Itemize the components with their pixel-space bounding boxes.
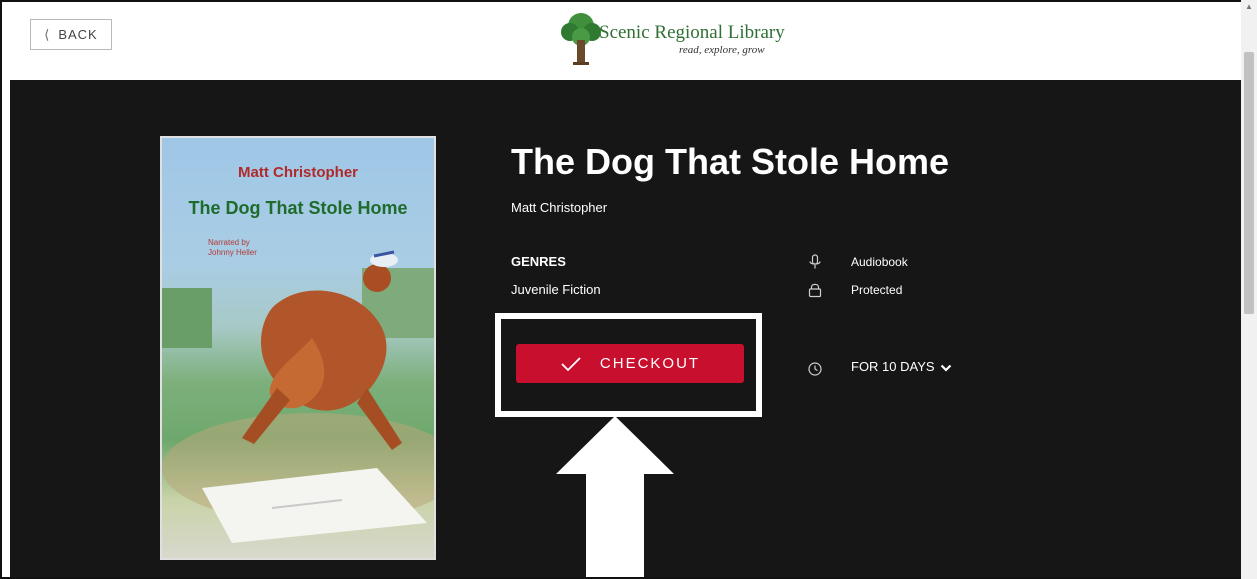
library-name: Scenic Regional Library <box>599 22 785 43</box>
library-tagline: read, explore, grow <box>679 44 765 56</box>
top-bar: ⟨ BACK Scenic Regional Library read, exp… <box>2 2 1243 80</box>
library-logo[interactable]: Scenic Regional Library read, explore, g… <box>561 10 791 68</box>
format-label: Audiobook <box>851 255 908 269</box>
microphone-icon <box>809 254 821 269</box>
checkout-button[interactable]: CHECKOUT <box>516 344 744 383</box>
protection-label: Protected <box>851 283 903 297</box>
scrollbar-thumb[interactable] <box>1244 52 1254 314</box>
tree-logo-icon <box>561 13 601 65</box>
book-cover: Matt Christopher The Dog That Stole Home… <box>160 136 436 560</box>
up-arrow-annotation <box>556 416 674 577</box>
scroll-up-icon[interactable]: ▲ <box>1245 2 1253 11</box>
cover-illustration <box>162 250 434 543</box>
back-button[interactable]: ⟨ BACK <box>30 19 112 50</box>
book-title: The Dog That Stole Home <box>511 141 950 182</box>
chevron-down-icon <box>940 364 952 372</box>
loan-duration-selector[interactable]: FOR 10 DAYS <box>851 359 952 374</box>
back-button-label: BACK <box>58 27 98 42</box>
genres-heading: GENRES <box>511 254 566 269</box>
app-window: ⟨ BACK Scenic Regional Library read, exp… <box>0 0 1257 579</box>
genre-link[interactable]: Juvenile Fiction <box>511 282 601 297</box>
book-author[interactable]: Matt Christopher <box>511 200 607 215</box>
checkout-label: CHECKOUT <box>599 355 701 372</box>
loan-duration-label: FOR 10 DAYS <box>851 359 935 374</box>
checkmark-icon <box>561 356 581 371</box>
vertical-scrollbar[interactable]: ▲ <box>1241 0 1257 579</box>
clock-icon <box>808 362 822 376</box>
chevron-left-icon: ⟨ <box>44 26 51 42</box>
lock-icon <box>808 283 822 298</box>
